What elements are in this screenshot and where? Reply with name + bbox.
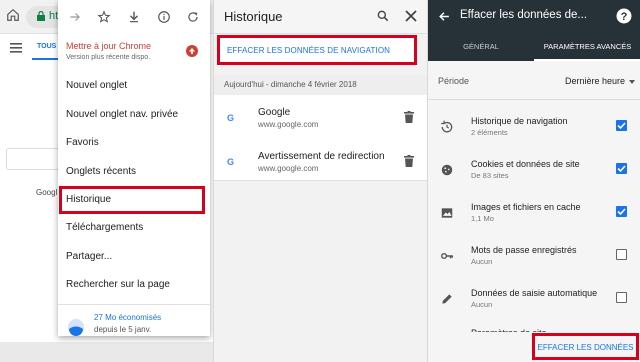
- close-icon[interactable]: [405, 10, 417, 22]
- data-saver-item[interactable]: 27 Mo économisés depuis le 5 janv.: [58, 305, 210, 343]
- menu-item-history[interactable]: Historique: [59, 186, 205, 214]
- home-icon[interactable]: [6, 8, 20, 22]
- trash-icon[interactable]: [404, 111, 414, 123]
- divider: [428, 99, 640, 100]
- page-title: Historique: [224, 9, 283, 24]
- google-label: Googl: [36, 188, 58, 197]
- history-entry-title: Avertissement de redirection: [258, 151, 385, 162]
- menu-item-recent-tabs[interactable]: Onglets récents: [58, 158, 210, 187]
- google-favicon-icon: G: [227, 113, 234, 123]
- favicon-letter: G: [227, 157, 235, 167]
- page-title: Effacer les données de...: [460, 9, 588, 21]
- history-entry-url: www.google.com: [258, 120, 319, 129]
- page-bottom-bar: [0, 342, 213, 362]
- history-entry-title: Google: [258, 107, 291, 118]
- option-browsing-history[interactable]: Historique de navigation 2 éléments: [428, 114, 640, 154]
- dropdown-caret-icon[interactable]: [629, 80, 635, 84]
- update-chrome-item[interactable]: Mettre à jour Chrome Version plus récent…: [58, 34, 210, 72]
- menu-item-incognito-tab[interactable]: Nouvel onglet nav. privée: [58, 101, 210, 130]
- option-title: Données de saisie automatique: [471, 288, 598, 298]
- option-title: Images et fichiers en cache: [471, 202, 581, 212]
- cookie-icon: [440, 163, 454, 177]
- lock-icon: [37, 11, 45, 21]
- option-subtitle: 2 éléments: [471, 128, 508, 137]
- period-label: Période: [438, 76, 470, 86]
- clear-data-panel: Effacer les données de... ? GÉNÉRAL PARA…: [427, 0, 640, 362]
- history-date-header: Aujourd'hui - dimanche 4 février 2018: [214, 75, 427, 95]
- history-panel: Historique EFFACER LES DONNÉES DE NAVIGA…: [213, 0, 427, 362]
- svg-text:?: ?: [621, 11, 628, 23]
- pencil-icon: [440, 292, 454, 306]
- option-autofill[interactable]: Données de saisie automatique Aucun: [428, 286, 640, 326]
- chrome-overflow-menu: Mettre à jour Chrome Version plus récent…: [58, 0, 210, 336]
- checkbox-unchecked[interactable]: [616, 292, 627, 303]
- forward-icon[interactable]: [68, 10, 82, 24]
- option-title: Mots de passe enregistrés: [471, 245, 577, 255]
- google-favicon-icon: G: [227, 157, 234, 167]
- option-subtitle: Aucun: [471, 257, 493, 266]
- option-subtitle: Aucun: [471, 300, 493, 309]
- option-title: Historique de navigation: [471, 116, 568, 126]
- history-icon: [440, 120, 454, 134]
- history-header: Historique: [214, 0, 427, 34]
- data-saver-icon: [67, 318, 85, 336]
- checkbox-unchecked[interactable]: [616, 249, 627, 260]
- menu-item-downloads[interactable]: Téléchargements: [58, 214, 210, 243]
- option-cached-images[interactable]: Images et fichiers en cache 1,1 Mo: [428, 200, 640, 240]
- menu-item-bookmarks[interactable]: Favoris: [58, 129, 210, 158]
- key-icon: [440, 249, 454, 263]
- hamburger-menu-icon[interactable]: [10, 43, 22, 53]
- option-subtitle: 1,1 Mo: [471, 214, 494, 223]
- help-icon[interactable]: ?: [616, 8, 632, 24]
- download-icon[interactable]: [127, 10, 141, 24]
- period-select[interactable]: Dernière heure: [565, 76, 625, 86]
- history-entry[interactable]: G Avertissement de redirection www.googl…: [214, 148, 427, 188]
- option-subtitle: De 83 sites: [471, 171, 509, 180]
- tab-general[interactable]: GÉNÉRAL: [428, 35, 534, 61]
- checkbox-checked[interactable]: [616, 120, 627, 131]
- option-title: Cookies et données de site: [471, 159, 580, 169]
- url-text: ht: [49, 10, 59, 22]
- history-entry-url: www.google.com: [258, 164, 319, 173]
- menu-icon-row: [58, 0, 210, 34]
- data-saver-title: 27 Mo économisés: [94, 312, 162, 322]
- trash-icon[interactable]: [404, 155, 414, 167]
- star-icon[interactable]: [97, 10, 111, 24]
- option-passwords[interactable]: Mots de passe enregistrés Aucun: [428, 243, 640, 283]
- favicon-letter: G: [227, 113, 235, 123]
- checkbox-checked[interactable]: [616, 163, 627, 174]
- clear-data-button[interactable]: EFFACER LES DONNÉES: [532, 333, 639, 360]
- menu-item-share[interactable]: Partager...: [58, 243, 210, 272]
- menu-item-find-in-page[interactable]: Rechercher sur la page: [58, 271, 210, 300]
- back-arrow-icon[interactable]: [438, 10, 451, 23]
- info-icon[interactable]: [157, 10, 171, 24]
- refresh-icon[interactable]: [186, 10, 200, 24]
- checkbox-checked[interactable]: [616, 206, 627, 217]
- image-icon: [440, 206, 454, 220]
- option-cookies[interactable]: Cookies et données de site De 83 sites: [428, 157, 640, 197]
- history-entry[interactable]: G Google www.google.com: [214, 104, 427, 144]
- tab-tous[interactable]: TOUS: [32, 38, 60, 60]
- search-input[interactable]: [6, 148, 66, 170]
- menu-item-new-tab[interactable]: Nouvel onglet: [58, 72, 210, 101]
- data-saver-subtitle: depuis le 5 janv.: [94, 324, 152, 334]
- search-icon[interactable]: [376, 9, 390, 23]
- clear-data-header: Effacer les données de... ? GÉNÉRAL PARA…: [428, 0, 640, 61]
- chrome-menu-panel: ht TOUS Googl Mettre à jour Chrome Versi…: [0, 0, 213, 362]
- clear-browsing-data-link[interactable]: EFFACER LES DONNÉES DE NAVIGATION: [217, 35, 417, 65]
- update-arrow-icon: [186, 45, 198, 57]
- tab-advanced[interactable]: PARAMÈTRES AVANCÉS: [534, 35, 640, 61]
